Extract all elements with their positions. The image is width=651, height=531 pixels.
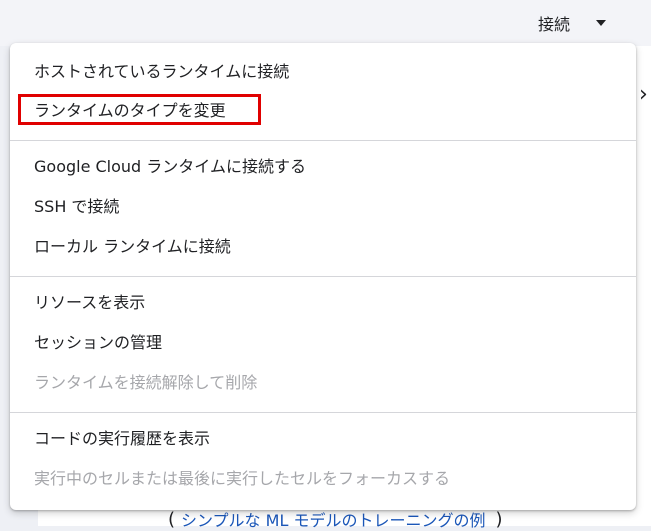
menu-item-manage-sessions[interactable]: セッションの管理 [34,328,162,358]
menu-item-focus-executing-cell: 実行中のセルまたは最後に実行したセルをフォーカスする [34,469,451,488]
menu-item-connect-local-runtime[interactable]: ローカル ランタイムに接続 [34,232,231,262]
connect-label: 接続 [538,15,571,34]
chevron-right-icon[interactable]: › [639,82,648,107]
menu-item-disconnect-delete-runtime: ランタイムを接続解除して削除 [34,373,258,392]
caret-down-icon[interactable] [596,20,607,26]
menu-divider [10,140,636,141]
menu-item-view-execution-history[interactable]: コードの実行履歴を表示 [34,424,210,454]
menu-item-connect-hosted-runtime[interactable]: ホストされているランタイムに接続 [34,57,289,87]
top-bar: 接続 [0,0,651,46]
menu-item-view-resources[interactable]: リソースを表示 [34,288,145,318]
menu-divider [10,276,636,277]
example-link-row: ( シンプルな ML モデルのトレーニングの例 ) [168,507,502,531]
menu-divider [10,412,636,413]
menu-item-connect-google-cloud[interactable]: Google Cloud ランタイムに接続する [34,152,306,182]
connect-button[interactable]: 接続 [538,8,607,38]
menu-item-change-runtime-type[interactable]: ランタイムのタイプを変更 [34,96,226,126]
menu-item-connect-ssh[interactable]: SSH で接続 [34,192,119,222]
connect-dropdown-menu: ホストされているランタイムに接続 ランタイムのタイプを変更 Google Clo… [10,43,636,510]
open-paren: ( [168,508,176,530]
close-paren: ) [495,508,503,530]
ml-example-link[interactable]: シンプルな ML モデルのトレーニングの例 [181,507,485,531]
